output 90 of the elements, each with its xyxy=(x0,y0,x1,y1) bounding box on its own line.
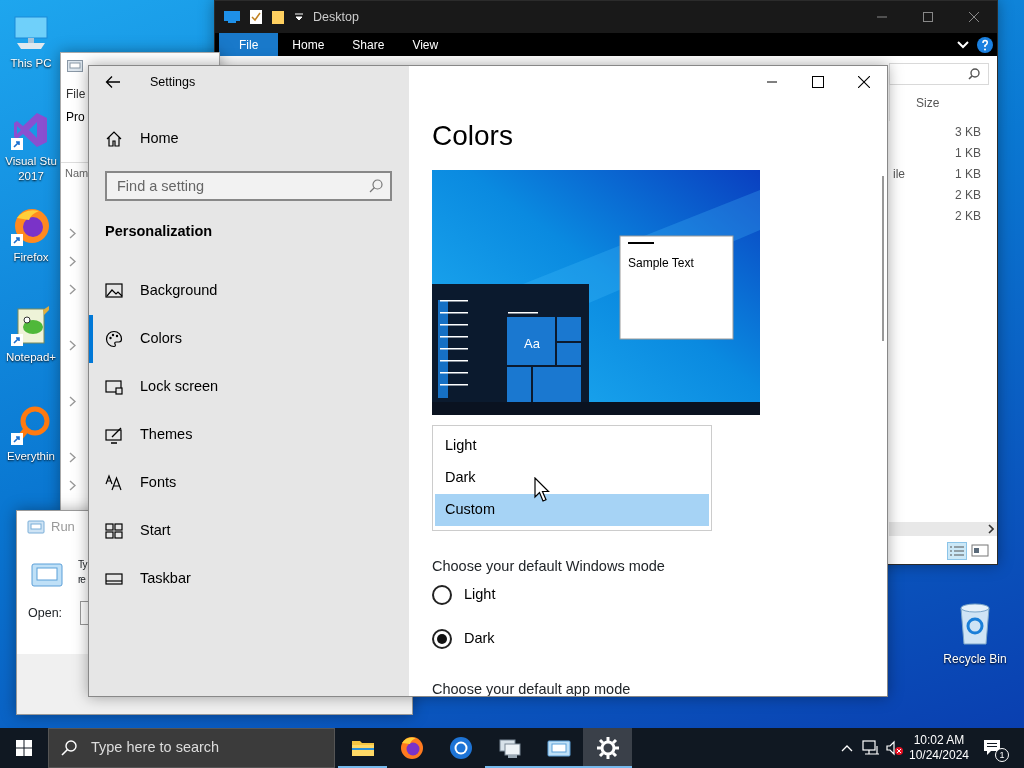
tiles-icon xyxy=(105,522,123,540)
fox-globe-icon xyxy=(398,735,425,761)
nav-item[interactable]: Themes xyxy=(89,411,409,459)
table-cell-text: 2 KB xyxy=(955,186,981,204)
table-cell-text: 3 KB xyxy=(955,123,981,141)
nav-item[interactable]: Fonts xyxy=(89,459,409,507)
section-heading: Personalization xyxy=(105,222,213,242)
dropdown-option[interactable]: Dark xyxy=(435,462,709,494)
palette-icon xyxy=(105,330,123,348)
notepad-icon xyxy=(11,306,51,346)
search-box[interactable]: Type here to search xyxy=(48,728,335,768)
settings-icon xyxy=(594,735,621,761)
setting-label: Choose your default Windows mode xyxy=(432,558,665,574)
notifications-button[interactable]: 1 xyxy=(971,728,1015,768)
table-cell-text: 1 KB xyxy=(955,165,981,183)
chevron-right-icon xyxy=(988,524,994,534)
page-title: Colors xyxy=(432,119,513,153)
search-field[interactable]: Type here to search xyxy=(89,736,309,760)
field-label: Open: xyxy=(28,604,63,622)
fonts-icon xyxy=(105,474,123,492)
breadcrumb[interactable]: Pro xyxy=(66,110,85,124)
run-icon xyxy=(31,563,63,587)
icon-label[interactable]: Firefox xyxy=(13,250,49,265)
fox-globe-icon xyxy=(11,206,51,246)
ribbon-tab[interactable]: View xyxy=(398,33,453,56)
search-icon xyxy=(61,740,77,756)
home-nav-item[interactable]: Home xyxy=(89,123,409,155)
windows-logo-icon xyxy=(16,740,32,756)
scrollbar[interactable] xyxy=(882,176,884,341)
column-header[interactable]: Size xyxy=(916,94,940,112)
nav-item[interactable]: Colors xyxy=(89,315,409,363)
window-title: Desktop xyxy=(313,8,359,26)
dropdown-option[interactable]: Custom xyxy=(435,494,709,526)
ribbon-tab[interactable]: File xyxy=(219,33,279,56)
notification-count-badge: 1 xyxy=(995,748,1009,762)
icon-label[interactable]: Notepad+ xyxy=(5,350,57,365)
network-icon xyxy=(862,740,880,756)
window-title: Settings xyxy=(150,73,196,91)
dropdown-option[interactable]: Light xyxy=(435,430,709,462)
instruction-text: re xyxy=(78,574,85,585)
search-icon xyxy=(968,68,980,80)
column-header[interactable]: Nam xyxy=(65,167,89,179)
nav-item[interactable]: Lock screen xyxy=(89,363,409,411)
chevron-up-icon xyxy=(841,744,853,752)
ribbon-tab[interactable]: Home xyxy=(278,33,339,56)
icon-label[interactable]: Recycle Bin xyxy=(943,652,1007,667)
maximize-icon xyxy=(923,12,933,22)
sample-text: Sample Text xyxy=(628,256,694,270)
screen-lock-icon xyxy=(105,378,123,396)
icon-label[interactable]: Everythin xyxy=(7,449,55,464)
monitor-icon xyxy=(223,10,241,24)
tile-label: Aa xyxy=(524,336,540,351)
run-icon xyxy=(27,520,45,534)
horizontal-scrollbar[interactable] xyxy=(889,522,997,536)
magnifier-icon xyxy=(11,405,51,445)
help-icon xyxy=(977,36,993,53)
folder-icon xyxy=(271,9,285,25)
search-field[interactable]: Find a setting xyxy=(105,171,392,201)
ring-icon xyxy=(447,735,474,761)
maximize-icon xyxy=(812,76,824,88)
table-cell-text: 2 KB xyxy=(955,207,981,225)
search-icon xyxy=(369,179,383,193)
window-icon xyxy=(67,60,83,73)
picture-frame-icon xyxy=(105,282,123,300)
speaker-muted-icon xyxy=(886,740,904,756)
table-cell-text: 1 KB xyxy=(955,144,981,162)
details-view-icon xyxy=(947,542,967,560)
close-icon xyxy=(969,12,979,22)
menu-label[interactable]: File xyxy=(66,87,86,101)
back-arrow-icon xyxy=(105,75,121,89)
radio-button[interactable]: Dark xyxy=(432,617,495,661)
nav-item[interactable]: Taskbar xyxy=(89,555,409,603)
radio-button[interactable]: Light xyxy=(432,573,496,617)
table-cell-text: ile xyxy=(893,165,905,183)
clock[interactable]: 10:02 AM 10/24/2024 xyxy=(907,728,971,768)
nav-item[interactable]: Start xyxy=(89,507,409,555)
close-icon xyxy=(858,76,870,88)
home-icon xyxy=(105,130,123,148)
ribbon-tab[interactable]: Share xyxy=(338,33,399,56)
checklist-icon xyxy=(249,9,263,25)
cursor-icon xyxy=(534,477,550,503)
nav-item[interactable]: Background xyxy=(89,267,409,315)
message-icon xyxy=(983,739,1003,757)
tiles-view-icon xyxy=(971,542,989,558)
taskbar-icon xyxy=(105,570,123,588)
screen-brush-icon xyxy=(105,426,123,444)
window-title: Run xyxy=(51,518,75,537)
chevron-down-icon xyxy=(957,38,969,51)
settings-button[interactable] xyxy=(583,728,632,768)
instruction-text: Ty xyxy=(78,559,87,570)
